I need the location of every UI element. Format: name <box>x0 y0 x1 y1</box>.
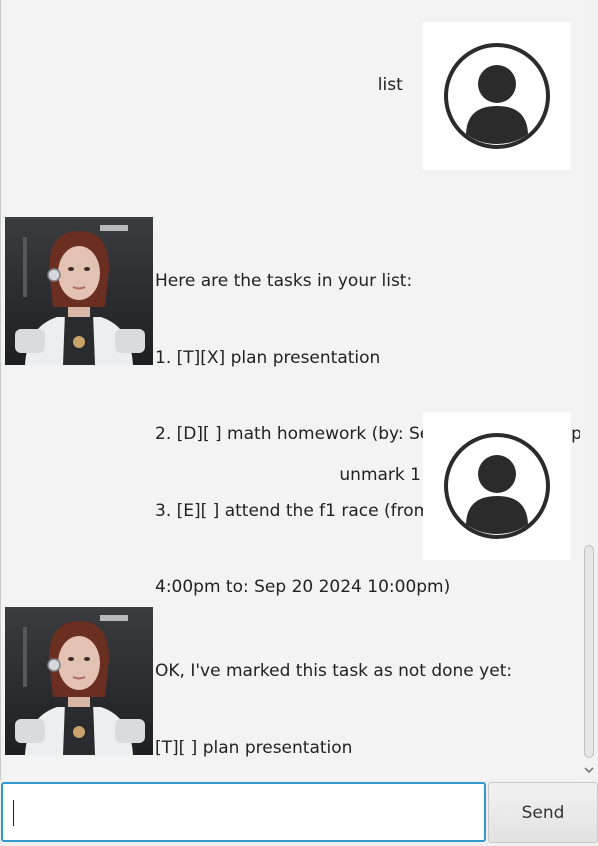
bot-avatar-image <box>5 217 153 365</box>
scrollbar-thumb[interactable] <box>584 545 594 758</box>
chat-window: list Here are the tasks in your list: 1.… <box>0 0 598 846</box>
user-message-text: unmark 1 <box>339 412 421 540</box>
bot-avatar <box>5 607 153 755</box>
input-bar: Send <box>0 780 598 846</box>
user-message-text: list <box>378 22 421 150</box>
message-line: 4:00pm to: Sep 20 2024 10:00pm) <box>155 577 451 597</box>
user-avatar-icon <box>444 43 550 149</box>
text-caret <box>13 800 14 826</box>
dialog-scroll-pane[interactable]: list Here are the tasks in your list: 1.… <box>0 0 598 780</box>
message-line: list <box>377 75 403 95</box>
message-line: 1. [T][X] plan presentation <box>155 347 381 368</box>
pane-border <box>0 0 1 780</box>
message-line: OK, I've marked this task as not done ye… <box>155 661 513 681</box>
chevron-down-icon[interactable] <box>583 765 595 775</box>
bot-avatar-image <box>5 607 153 755</box>
message-line: Here are the tasks in your list: <box>155 271 413 291</box>
user-avatar-icon <box>444 433 550 539</box>
vertical-scrollbar[interactable] <box>580 0 598 780</box>
message-line: [T][ ] plan presentation <box>155 737 353 758</box>
user-avatar <box>423 412 571 560</box>
send-button[interactable]: Send <box>488 782 598 843</box>
bot-message-text: OK, I've marked this task as not done ye… <box>155 608 512 780</box>
message-input[interactable] <box>1 782 486 842</box>
bot-avatar <box>5 217 153 365</box>
user-avatar <box>423 22 571 170</box>
message-line: unmark 1 <box>339 465 421 485</box>
